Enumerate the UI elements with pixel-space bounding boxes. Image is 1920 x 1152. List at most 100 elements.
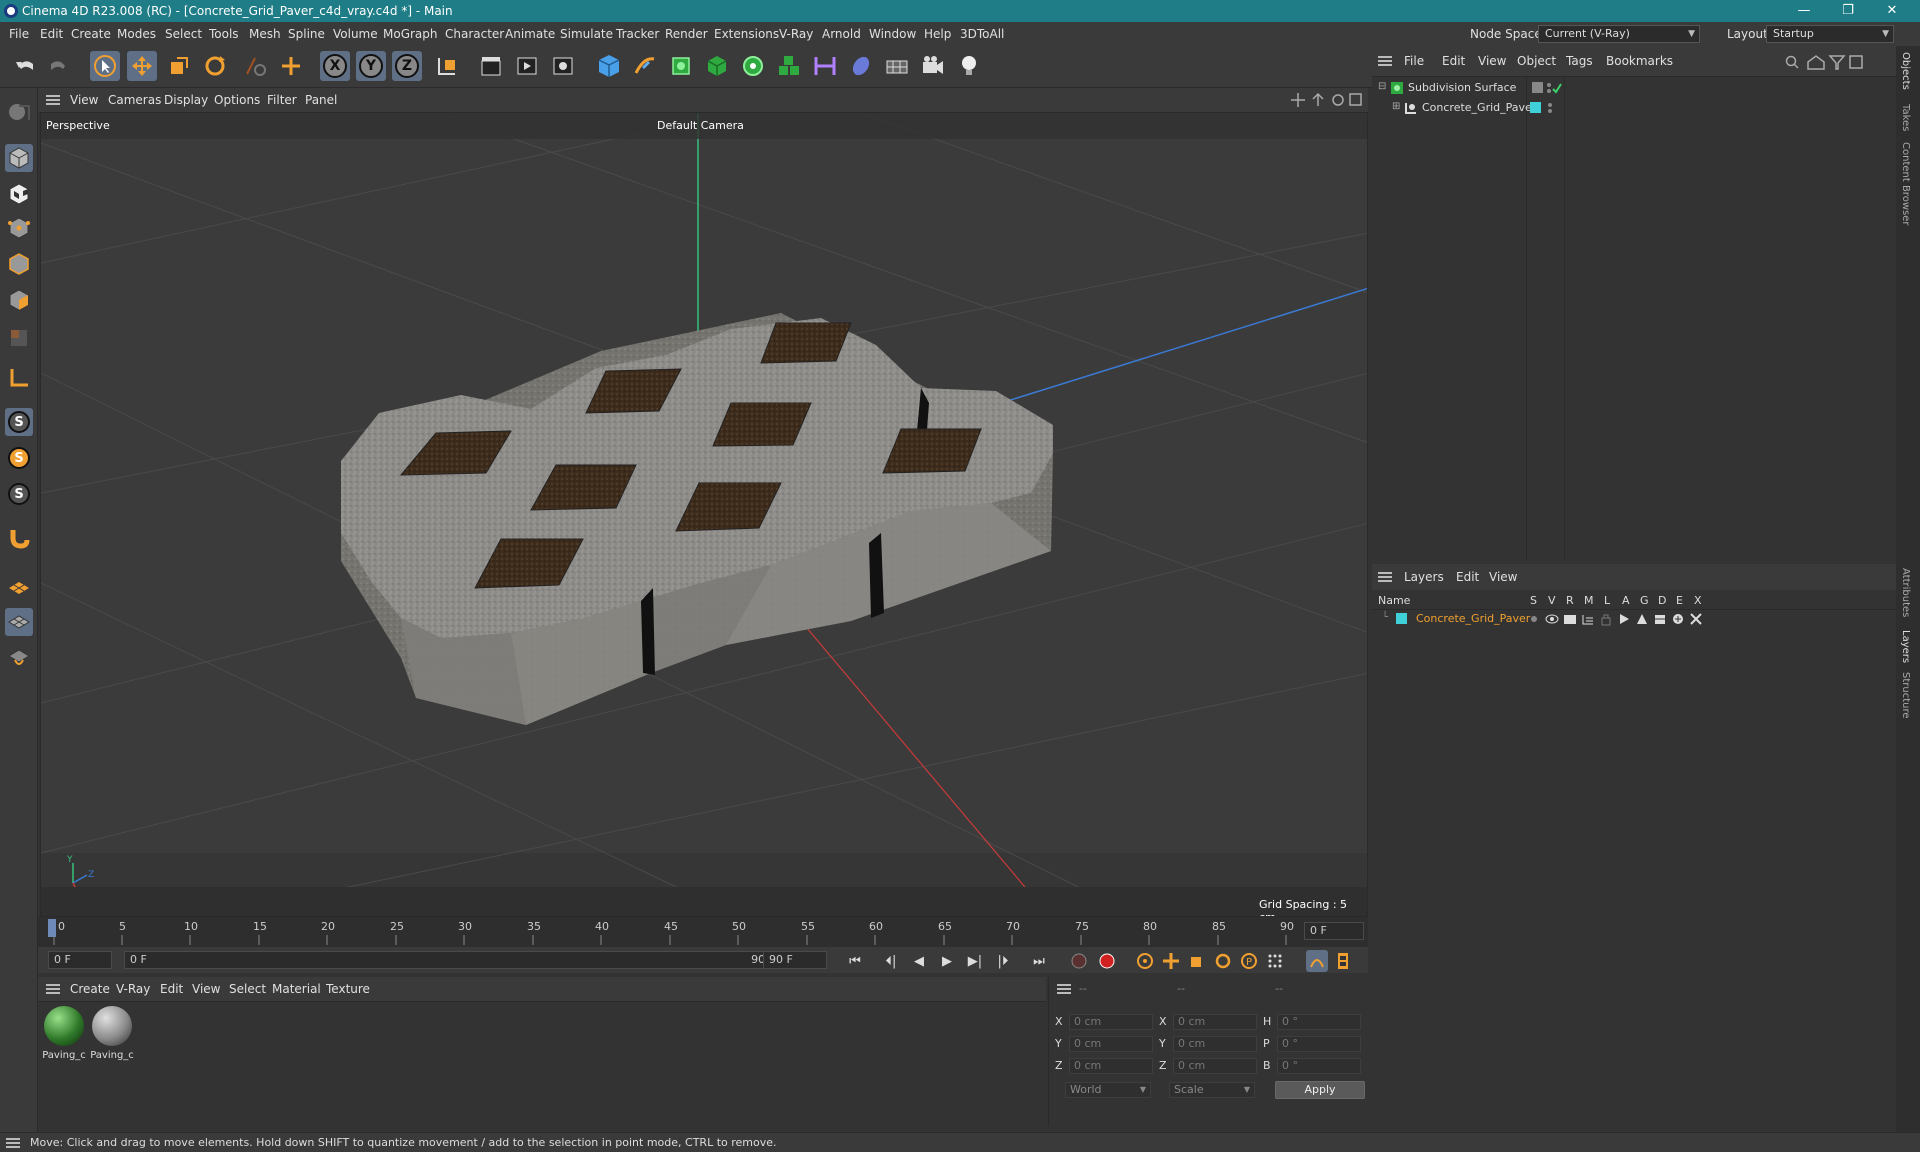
rotation-p-field[interactable]: 0 ° [1277, 1036, 1361, 1052]
go-to-end-button[interactable]: ⏭ [1028, 950, 1050, 972]
quantize-button[interactable]: S [5, 480, 33, 508]
point-mode-button[interactable] [5, 214, 33, 242]
menu-simulate[interactable]: Simulate [560, 22, 613, 46]
object-row-paver[interactable]: ⊞ Concrete_Grid_Paver [1372, 99, 1896, 117]
viewport-menu-filter[interactable]: Filter [267, 88, 297, 112]
object-manager-toolbar-icons[interactable] [1784, 54, 1892, 70]
material-menu-texture[interactable]: Texture [326, 977, 370, 1001]
material-menu-material[interactable]: Material [272, 977, 321, 1001]
tab-layers[interactable]: Layers [1900, 630, 1911, 663]
material-menu-vray[interactable]: V-Ray [116, 977, 150, 1001]
cloner-button[interactable] [738, 51, 768, 81]
layer-menu-view[interactable]: View [1489, 564, 1517, 590]
material-swatch[interactable]: Paving_c [90, 1006, 134, 1064]
next-frame-button[interactable]: ▶| [964, 950, 986, 972]
3d-viewport[interactable]: Y Z X Perspective Default Camera Grid Sp… [40, 112, 1368, 917]
material-swatch[interactable]: Paving_c [42, 1006, 86, 1064]
tab-takes[interactable]: Takes [1900, 104, 1911, 131]
timeline-ruler[interactable]: 0 5 10 15 20 25 30 35 40 45 50 55 60 65 … [38, 917, 1368, 947]
x-axis-lock-button[interactable]: X [320, 51, 350, 81]
recent-tool-button[interactable] [240, 51, 270, 81]
size-y-field[interactable]: 0 cm [1173, 1036, 1257, 1052]
apply-button[interactable]: Apply [1275, 1081, 1365, 1099]
workplane-button[interactable] [5, 524, 33, 552]
size-x-field[interactable]: 0 cm [1173, 1014, 1257, 1030]
layer-color-tag[interactable] [1530, 102, 1541, 113]
object-menu-file[interactable]: File [1404, 46, 1424, 76]
snap-enable-button[interactable]: S [5, 408, 33, 436]
coordinate-system-button[interactable] [432, 51, 462, 81]
size-z-field[interactable]: 0 cm [1173, 1058, 1257, 1074]
coordinates-menu-icon[interactable] [1057, 984, 1071, 994]
menu-spline[interactable]: Spline [288, 22, 325, 46]
axis-mode-button[interactable] [5, 364, 33, 392]
material-menu-create[interactable]: Create [70, 977, 110, 1001]
light-button[interactable] [954, 51, 984, 81]
camera-button[interactable] [918, 51, 948, 81]
menu-render[interactable]: Render [665, 22, 708, 46]
object-menu-view[interactable]: View [1478, 46, 1506, 76]
expand-icon[interactable]: ⊟ [1378, 81, 1386, 92]
extrude-button[interactable] [702, 51, 732, 81]
previous-frame-button[interactable]: ◀ [908, 950, 930, 972]
menu-volume[interactable]: Volume [333, 22, 378, 46]
object-manager-menu-icon[interactable] [1378, 56, 1392, 66]
keyframe-selection-button[interactable] [1134, 950, 1156, 972]
end-frame-field[interactable]: 90 F [763, 951, 827, 969]
layer-name[interactable]: Concrete_Grid_Paver [1416, 612, 1530, 625]
material-menu-view[interactable]: View [192, 977, 220, 1001]
snap-settings-button[interactable]: S [5, 444, 33, 472]
tab-objects[interactable]: Objects [1900, 52, 1911, 90]
floor-button[interactable] [882, 51, 912, 81]
status-menu-icon[interactable] [6, 1138, 20, 1148]
viewport-nav-icons[interactable] [1290, 92, 1362, 108]
y-axis-lock-button[interactable]: Y [356, 51, 386, 81]
live-selection-button[interactable] [90, 51, 120, 81]
frame-range-slider[interactable]: 0 F 90 F [124, 951, 784, 969]
viewport-menu-view[interactable]: View [70, 88, 98, 112]
z-axis-lock-button[interactable]: Z [392, 51, 422, 81]
workplane-align-button[interactable] [5, 644, 33, 672]
menu-mesh[interactable]: Mesh [249, 22, 281, 46]
menu-extensions[interactable]: Extensions [714, 22, 779, 46]
tab-structure[interactable]: Structure [1900, 672, 1911, 719]
menu-character[interactable]: Character [445, 22, 504, 46]
subdivision-surface-button[interactable] [666, 51, 696, 81]
workplane-lock-button[interactable] [5, 608, 33, 636]
transform-button[interactable] [276, 51, 306, 81]
object-row-subdivision[interactable]: ⊟ Subdivision Surface [1372, 79, 1896, 97]
material-menu-select[interactable]: Select [229, 977, 266, 1001]
planar-workplane-button[interactable] [5, 572, 33, 600]
next-key-button[interactable]: |⏵ [992, 950, 1014, 972]
key-scale-button[interactable] [1186, 950, 1208, 972]
position-z-field[interactable]: 0 cm [1069, 1058, 1153, 1074]
go-to-start-button[interactable]: ⏮ [844, 950, 866, 972]
menu-arnold[interactable]: Arnold [822, 22, 861, 46]
rotation-b-field[interactable]: 0 ° [1277, 1058, 1361, 1074]
position-y-field[interactable]: 0 cm [1069, 1036, 1153, 1052]
menu-3dtoall[interactable]: 3DToAll [960, 22, 1004, 46]
rotation-h-field[interactable]: 0 ° [1277, 1014, 1361, 1030]
expand-icon[interactable]: ⊞ [1392, 101, 1400, 112]
layer-manager-menu-icon[interactable] [1378, 572, 1392, 582]
layer-menu-edit[interactable]: Edit [1456, 564, 1479, 590]
render-picture-viewer-button[interactable] [512, 51, 542, 81]
object-menu-object[interactable]: Object [1517, 46, 1556, 76]
tab-content-browser[interactable]: Content Browser [1900, 142, 1911, 225]
camera-name[interactable]: Default Camera [657, 119, 744, 132]
viewport-menu-options[interactable]: Options [214, 88, 260, 112]
minimize-button[interactable]: — [1784, 0, 1824, 22]
move-tool-button[interactable] [127, 51, 157, 81]
menu-vray[interactable]: V-Ray [779, 22, 813, 46]
play-button[interactable]: ▶ [936, 950, 958, 972]
deformer-button[interactable] [810, 51, 840, 81]
previous-key-button[interactable]: ⏴| [880, 950, 902, 972]
redo-button[interactable] [44, 51, 74, 81]
model-mode-button[interactable] [5, 144, 33, 172]
viewport-menu-display[interactable]: Display [164, 88, 208, 112]
current-frame-field[interactable]: 0 F [1304, 922, 1364, 940]
size-mode-select[interactable]: Scale ▼ [1169, 1082, 1255, 1098]
object-menu-edit[interactable]: Edit [1442, 46, 1465, 76]
layout-select[interactable]: Startup ▼ [1766, 25, 1894, 43]
menu-animate[interactable]: Animate [505, 22, 555, 46]
